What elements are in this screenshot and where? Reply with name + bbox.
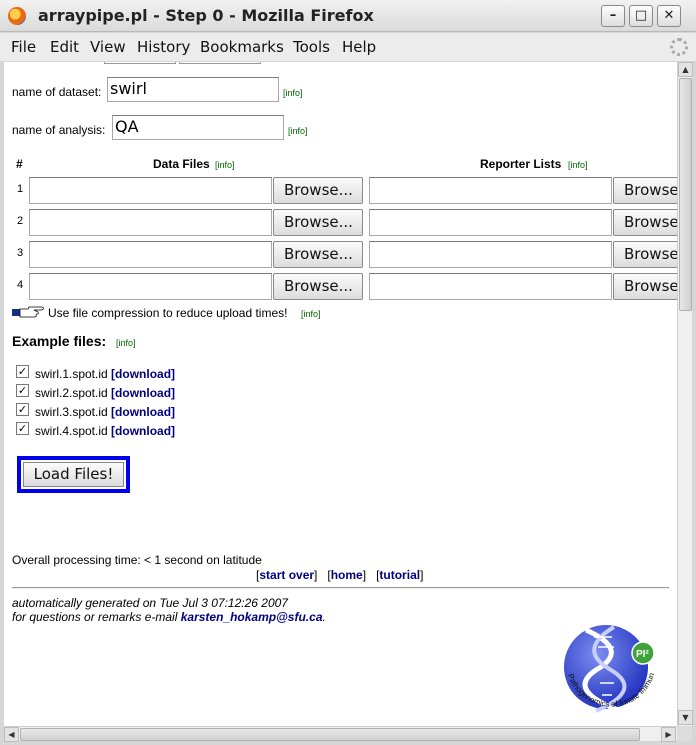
window-title: arraypipe.pl - Step 0 - Mozilla Firefox xyxy=(38,6,374,25)
data-file-browse-button[interactable]: Browse... xyxy=(273,273,363,300)
analysis-label: name of analysis: xyxy=(12,123,106,137)
data-file-input[interactable] xyxy=(29,177,272,204)
menu-edit[interactable]: Edit xyxy=(50,38,79,56)
reporter-file-browse-button[interactable]: Browse... xyxy=(613,209,677,236)
download-link[interactable]: [download] xyxy=(111,424,175,438)
pointing-hand-icon xyxy=(12,306,44,318)
reporter-lists-info-link[interactable]: [info] xyxy=(568,160,588,170)
contact-line: for questions or remarks e-mail karsten_… xyxy=(12,610,326,624)
reporter-file-browse-button[interactable]: Browse... xyxy=(613,273,677,300)
column-hash: # xyxy=(16,157,23,171)
start-over-link[interactable]: start over xyxy=(259,568,314,582)
maximize-button[interactable]: □ xyxy=(629,5,653,27)
example-checkbox[interactable]: ✓ xyxy=(16,422,29,435)
example-file-name: swirl.2.spot.id xyxy=(35,386,108,400)
scroll-right-icon[interactable]: ▶ xyxy=(661,727,676,742)
page-content: name of dataset: swirl [info] name of an… xyxy=(4,62,677,726)
processing-time: Overall processing time: < 1 second on l… xyxy=(12,553,262,567)
analysis-name-input[interactable]: QA xyxy=(112,115,284,140)
tutorial-link[interactable]: tutorial xyxy=(379,568,420,582)
vertical-scrollbar[interactable]: ▲ ▼ xyxy=(677,62,693,726)
cut-off-field xyxy=(104,62,176,64)
example-file-name: swirl.3.spot.id xyxy=(35,405,108,419)
column-reporter-lists: Reporter Lists xyxy=(480,157,562,171)
menu-help[interactable]: Help xyxy=(342,38,376,56)
footer-nav: [start over] [home] [tutorial] xyxy=(256,568,424,582)
row-number: 3 xyxy=(17,247,24,259)
example-file-item: swirl.1.spot.id [download] xyxy=(35,367,175,381)
row-number: 1 xyxy=(17,183,24,195)
close-button[interactable]: ✕ xyxy=(657,5,681,27)
dataset-label: name of dataset: xyxy=(12,85,102,99)
footer-divider xyxy=(12,587,669,589)
reporter-file-browse-button[interactable]: Browse... xyxy=(613,177,677,204)
menu-bookmarks[interactable]: Bookmarks xyxy=(200,38,284,56)
contact-suffix: . xyxy=(322,610,326,624)
generated-timestamp: automatically generated on Tue Jul 3 07:… xyxy=(12,596,288,610)
example-file-item: swirl.3.spot.id [download] xyxy=(35,405,175,419)
example-file-item: swirl.4.spot.id [download] xyxy=(35,424,175,438)
download-link[interactable]: [download] xyxy=(111,367,175,381)
contact-email-link[interactable]: karsten_hokamp@sfu.ca xyxy=(181,610,323,624)
dataset-info-link[interactable]: [info] xyxy=(283,88,303,98)
example-file-name: swirl.1.spot.id xyxy=(35,367,108,381)
example-checkbox[interactable]: ✓ xyxy=(16,365,29,378)
load-files-button[interactable]: Load Files! xyxy=(23,462,124,487)
horizontal-scroll-thumb[interactable] xyxy=(20,728,640,741)
example-file-item: swirl.2.spot.id [download] xyxy=(35,386,175,400)
example-files-heading: Example files: xyxy=(12,333,107,349)
data-file-input[interactable] xyxy=(29,241,272,268)
compression-hint: Use file compression to reduce upload ti… xyxy=(48,306,288,320)
reporter-file-input[interactable] xyxy=(369,241,612,268)
example-checkbox[interactable]: ✓ xyxy=(16,403,29,416)
vertical-scroll-thumb[interactable] xyxy=(679,78,692,311)
window-titlebar: arraypipe.pl - Step 0 - Mozilla Firefox … xyxy=(0,0,696,32)
logo-badge: PI² xyxy=(636,649,649,660)
contact-prefix: for questions or remarks e-mail xyxy=(12,610,181,624)
reporter-file-input[interactable] xyxy=(369,177,612,204)
home-link[interactable]: home xyxy=(331,568,363,582)
load-button-focus-ring: Load Files! xyxy=(17,456,130,493)
column-data-files: Data Files xyxy=(153,157,210,171)
reporter-file-browse-button[interactable]: Browse... xyxy=(613,241,677,268)
horizontal-scrollbar[interactable]: ◀ ▶ xyxy=(4,726,677,742)
menu-history[interactable]: History xyxy=(137,38,190,56)
data-file-input[interactable] xyxy=(29,273,272,300)
data-file-browse-button[interactable]: Browse... xyxy=(273,241,363,268)
menu-bar: File Edit View History Bookmarks Tools H… xyxy=(0,33,696,61)
download-link[interactable]: [download] xyxy=(111,386,175,400)
download-link[interactable]: [download] xyxy=(111,405,175,419)
firefox-icon xyxy=(8,7,26,25)
minimize-button[interactable]: – xyxy=(601,5,625,27)
reporter-file-input[interactable] xyxy=(369,273,612,300)
dataset-name-input[interactable]: swirl xyxy=(107,77,279,102)
scroll-down-icon[interactable]: ▼ xyxy=(678,710,693,725)
scroll-left-icon[interactable]: ◀ xyxy=(4,727,19,742)
menu-tools[interactable]: Tools xyxy=(293,38,330,56)
compression-info-link[interactable]: [info] xyxy=(301,309,321,319)
data-file-input[interactable] xyxy=(29,209,272,236)
example-files-info-link[interactable]: [info] xyxy=(116,338,136,348)
row-number: 2 xyxy=(17,215,24,227)
scroll-up-icon[interactable]: ▲ xyxy=(678,62,693,77)
cut-off-field xyxy=(179,62,261,64)
example-file-name: swirl.4.spot.id xyxy=(35,424,108,438)
pathogenomics-logo[interactable]: PI² Pathogenomics of Innate Immunity xyxy=(556,615,666,725)
menu-view[interactable]: View xyxy=(90,38,126,56)
data-files-info-link[interactable]: [info] xyxy=(215,160,235,170)
data-file-browse-button[interactable]: Browse... xyxy=(273,209,363,236)
reporter-file-input[interactable] xyxy=(369,209,612,236)
scrollbar-corner xyxy=(677,726,692,741)
example-checkbox[interactable]: ✓ xyxy=(16,384,29,397)
menu-file[interactable]: File xyxy=(11,38,36,56)
activity-throbber-icon xyxy=(670,38,688,56)
row-number: 4 xyxy=(17,279,24,291)
analysis-info-link[interactable]: [info] xyxy=(288,126,308,136)
data-file-browse-button[interactable]: Browse... xyxy=(273,177,363,204)
